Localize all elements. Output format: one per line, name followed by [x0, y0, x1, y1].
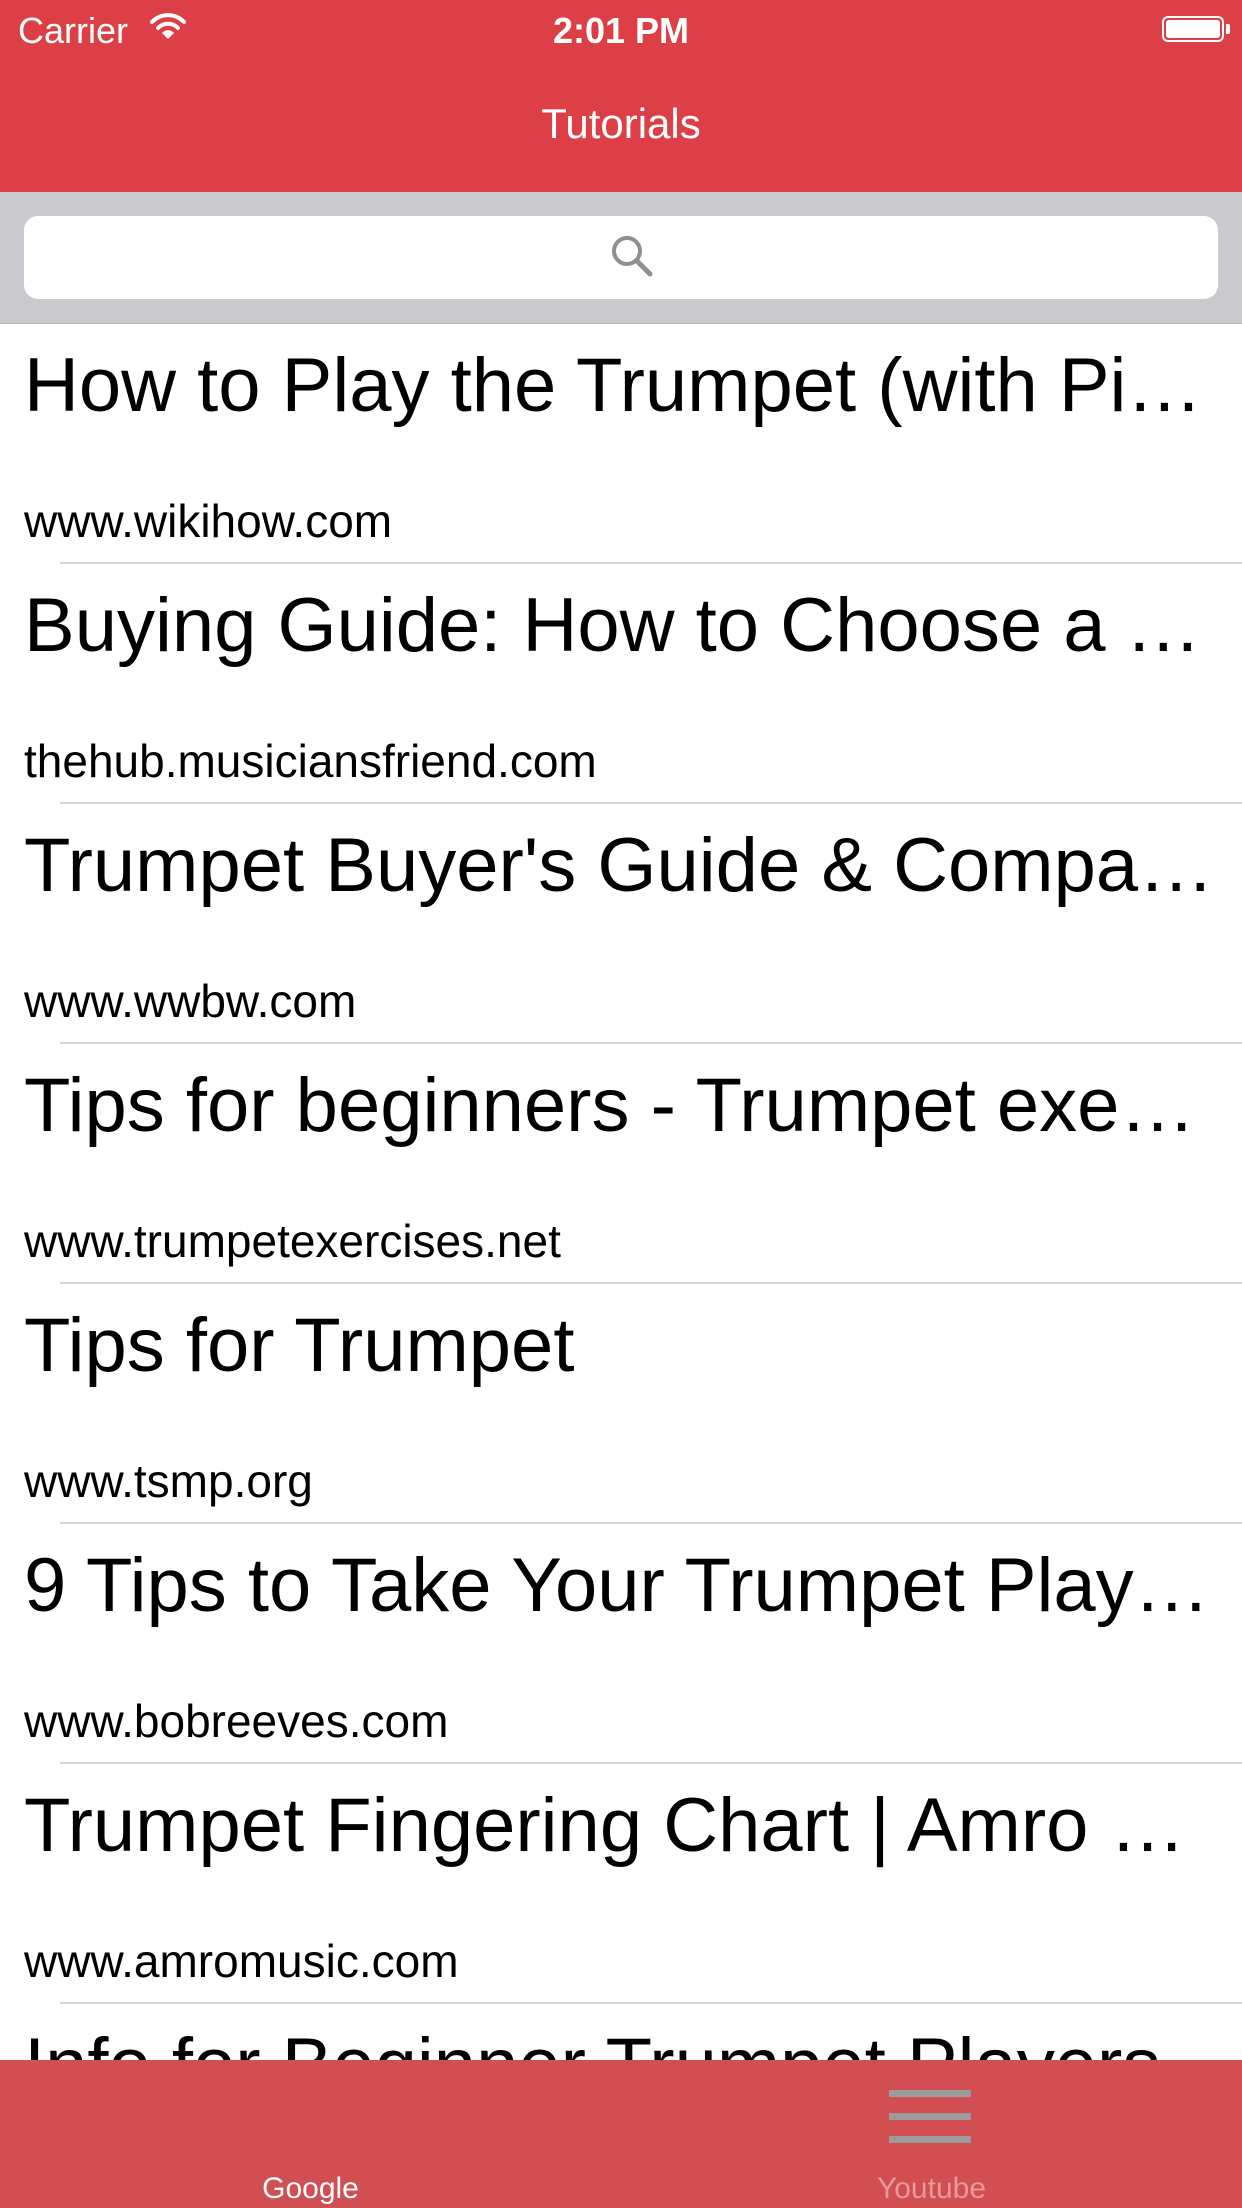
- result-row[interactable]: Buying Guide: How to Choose a Trumpet th…: [0, 564, 1242, 804]
- result-row[interactable]: How to Play the Trumpet (with Pictures) …: [0, 324, 1242, 564]
- result-title: Buying Guide: How to Choose a Trumpet: [24, 583, 1220, 668]
- result-row[interactable]: Info for Beginner Trumpet Players: [0, 2004, 1242, 2060]
- result-site: www.bobreeves.com: [24, 1695, 449, 1747]
- result-title: Tips for beginners - Trumpet exercises: [24, 1063, 1220, 1148]
- result-title: Trumpet Fingering Chart | Amro Music: [24, 1783, 1220, 1868]
- tab-youtube[interactable]: Youtube: [621, 2060, 1242, 2208]
- status-time: 2:01 PM: [552, 10, 690, 51]
- tab-youtube-label: Youtube: [876, 2172, 986, 2205]
- hamburger-icon: [889, 2090, 971, 2159]
- result-site: www.trumpetexercises.net: [24, 1215, 561, 1267]
- search-input[interactable]: [24, 216, 1218, 299]
- tab-google-label: Google: [262, 2172, 359, 2205]
- result-row[interactable]: Tips for Trumpet www.tsmp.org: [0, 1284, 1242, 1524]
- result-title: 9 Tips to Take Your Trumpet Playing: [24, 1543, 1220, 1628]
- navigation-header: Carrier 2:01 PM Tutorials: [0, 0, 1242, 192]
- result-site: www.wikihow.com: [24, 495, 393, 547]
- magnifier-icon: [610, 234, 654, 283]
- status-bar: Carrier 2:01 PM: [0, 0, 1242, 62]
- result-title: How to Play the Trumpet (with Pictures) …: [24, 343, 1220, 428]
- search-bar: [0, 192, 1242, 324]
- battery-tip: [1226, 24, 1230, 34]
- result-row[interactable]: Trumpet Buyer's Guide & Comparison www.w…: [0, 804, 1242, 1044]
- tab-bar: Google Youtube: [0, 2060, 1242, 2208]
- result-site: thehub.musiciansfriend.com: [24, 735, 597, 787]
- result-row[interactable]: 9 Tips to Take Your Trumpet Playing www.…: [0, 1524, 1242, 1764]
- result-title: Trumpet Buyer's Guide & Comparison: [24, 823, 1220, 908]
- result-site: www.tsmp.org: [24, 1455, 313, 1507]
- result-row[interactable]: Tips for beginners - Trumpet exercises w…: [0, 1044, 1242, 1284]
- battery-icon: [1162, 16, 1224, 42]
- results-list: How to Play the Trumpet (with Pictures) …: [0, 324, 1242, 2060]
- page-title: Tutorials: [541, 100, 701, 147]
- result-title: Tips for Trumpet: [24, 1303, 575, 1388]
- result-title: Info for Beginner Trumpet Players: [24, 2022, 1220, 2060]
- result-site: www.amromusic.com: [24, 1935, 459, 1987]
- result-site: www.wwbw.com: [24, 975, 357, 1027]
- result-row[interactable]: Trumpet Fingering Chart | Amro Music www…: [0, 1764, 1242, 2004]
- tab-google[interactable]: Google: [0, 2060, 621, 2208]
